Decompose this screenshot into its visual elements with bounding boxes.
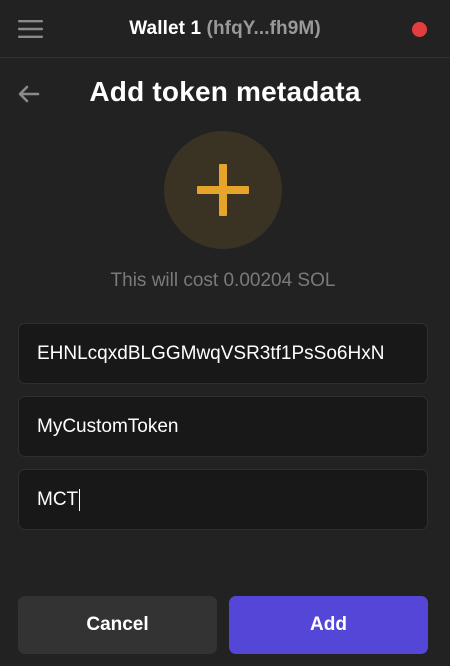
token-symbol-value: MCT bbox=[37, 488, 79, 510]
token-symbol-input[interactable]: MCT bbox=[37, 488, 81, 511]
connection-status-dot[interactable] bbox=[412, 22, 427, 37]
wallet-selector[interactable]: Wallet 1 (hfqY...fh9M) bbox=[129, 18, 321, 40]
add-button[interactable]: Add bbox=[229, 596, 428, 654]
page-title: Add token metadata bbox=[89, 76, 361, 107]
mint-address-field[interactable] bbox=[18, 323, 428, 384]
token-symbol-field[interactable]: MCT bbox=[18, 469, 428, 530]
wallet-app: Wallet 1 (hfqY...fh9M) Add token metadat… bbox=[0, 0, 460, 666]
wallet-address: (hfqY...fh9M) bbox=[206, 17, 321, 39]
text-caret bbox=[79, 488, 81, 511]
token-image-placeholder bbox=[164, 131, 282, 249]
token-name-field[interactable] bbox=[18, 396, 428, 457]
cancel-button[interactable]: Cancel bbox=[18, 596, 217, 654]
wallet-name: Wallet 1 bbox=[129, 17, 202, 39]
hamburger-icon[interactable] bbox=[18, 19, 43, 39]
token-name-input[interactable] bbox=[37, 415, 409, 438]
mint-address-input[interactable] bbox=[37, 342, 409, 365]
cost-text: This will cost 0.00204 SOL bbox=[110, 270, 336, 291]
plus-icon bbox=[197, 164, 249, 216]
header: Wallet 1 (hfqY...fh9M) bbox=[0, 0, 450, 58]
window-edge bbox=[450, 0, 460, 666]
